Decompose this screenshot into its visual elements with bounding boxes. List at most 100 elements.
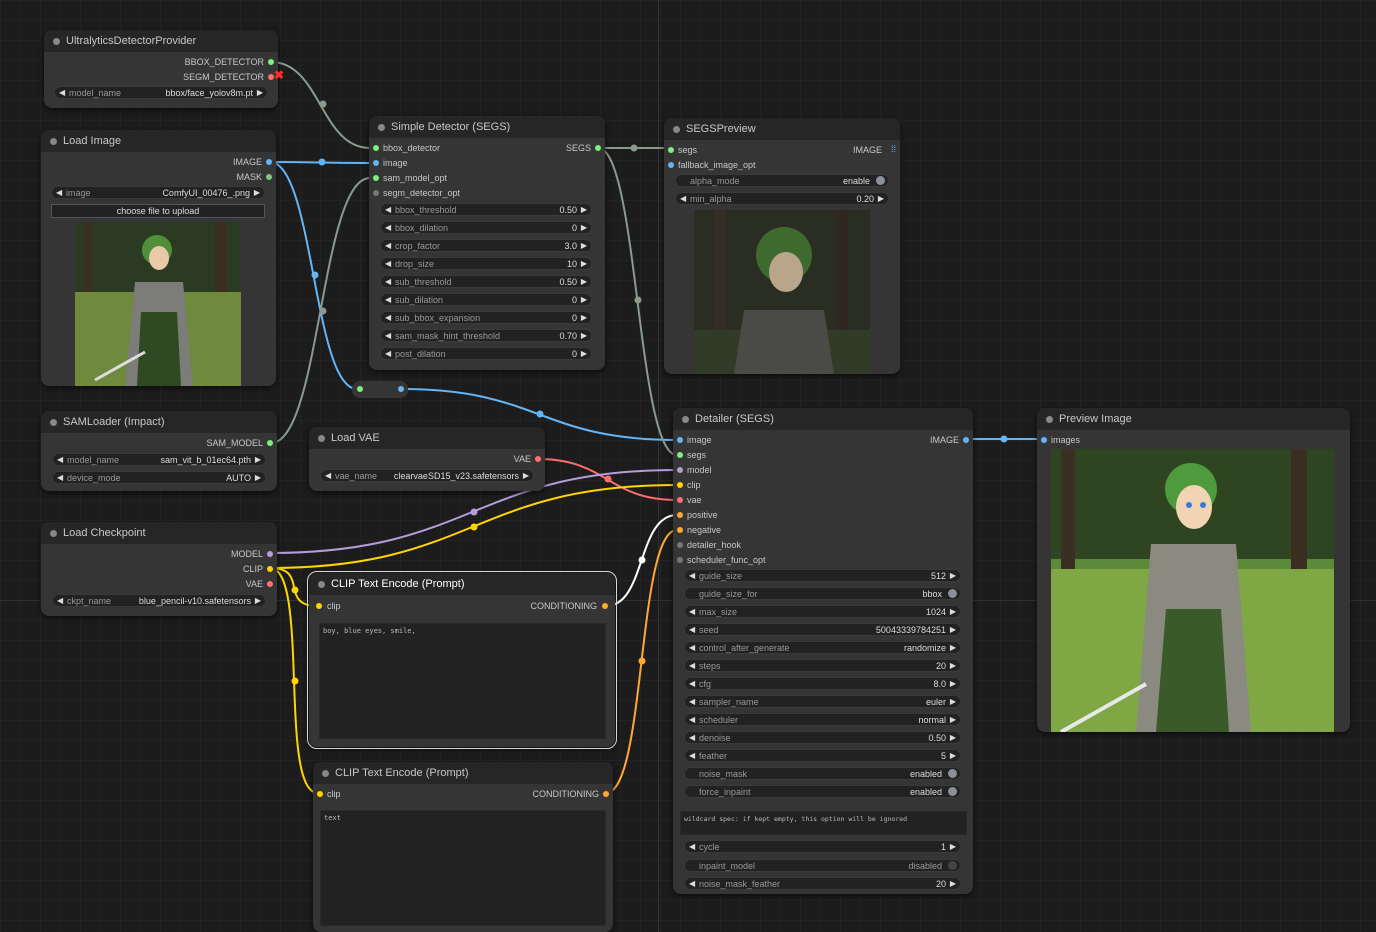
widget-sampler-name[interactable]: ◀ sampler_name euler ▶ xyxy=(684,695,961,708)
widget-seed[interactable]: ◀ seed 500433397842​51 ▶ xyxy=(684,623,961,636)
node-header[interactable]: CLIP Text Encode (Prompt) xyxy=(309,573,615,595)
node-segs-preview[interactable]: SEGSPreview segs fallback_image_opt IMAG… xyxy=(664,118,900,374)
output-image-dot[interactable] xyxy=(963,437,969,443)
widget-alpha-mode[interactable]: alpha_mode enable xyxy=(675,174,889,187)
widget-bbox-dilation[interactable]: ◀ bbox_dilation 0 ▶ xyxy=(380,221,592,234)
output-segs-dot[interactable] xyxy=(595,145,601,151)
output-sam-model-dot[interactable] xyxy=(267,440,273,446)
widget-min-alpha[interactable]: ◀ min_alpha 0.20 ▶ xyxy=(675,192,889,205)
node-detailer-segs[interactable]: Detailer (SEGS) IMAGE image segs model c… xyxy=(673,408,973,894)
widget-max-size[interactable]: ◀ max_size 1024 ▶ xyxy=(684,605,961,618)
widget-post-dilation[interactable]: ◀ post_dilation 0 ▶ xyxy=(380,347,592,360)
node-header[interactable]: CLIP Text Encode (Prompt) xyxy=(313,762,613,784)
link-bbox-detector-midpoint[interactable] xyxy=(319,100,327,108)
output-conditioning-dot[interactable] xyxy=(602,603,608,609)
output-bbox-detector-dot[interactable] xyxy=(268,59,274,65)
graph-canvas[interactable]: UltralyticsDetectorProvider BBOX_DETECTO… xyxy=(0,0,1376,932)
widget-guide-size-for[interactable]: guide_size_for bbox xyxy=(684,587,961,600)
output-model-dot[interactable] xyxy=(267,551,273,557)
link-negative-midpoint[interactable] xyxy=(638,657,646,665)
reroute-input-dot[interactable] xyxy=(357,386,363,392)
node-load-checkpoint[interactable]: Load Checkpoint MODEL CLIP VAE ◀ ckpt_nam… xyxy=(41,522,277,616)
widget-device-mode[interactable]: ◀ device_mode AUTO ▶ xyxy=(52,471,266,484)
widget-force-inpaint[interactable]: force_inpaint enabled xyxy=(684,785,961,798)
prompt-textarea[interactable]: text xyxy=(320,810,606,926)
widget-steps[interactable]: ◀ steps 20 ▶ xyxy=(684,659,961,672)
collapse-dot[interactable] xyxy=(673,126,680,133)
node-header[interactable]: Simple Detector (SEGS) xyxy=(369,116,605,138)
node-ultralytics-detector-provider[interactable]: UltralyticsDetectorProvider BBOX_DETECTO… xyxy=(44,30,284,108)
input-scheduler-func-opt-dot[interactable] xyxy=(677,557,683,563)
prompt-textarea[interactable]: boy, blue eyes, smile, xyxy=(319,623,606,739)
link-positive-midpoint[interactable] xyxy=(638,556,646,564)
link-model-midpoint[interactable] xyxy=(470,508,478,516)
collapse-dot[interactable] xyxy=(318,581,325,588)
collapse-dot[interactable] xyxy=(322,770,329,777)
node-samloader[interactable]: SAMLoader (Impact) SAM_MODEL ◀ model_name… xyxy=(41,411,277,491)
node-load-image[interactable]: Load Image IMAGE MASK ◀ image ComfyUI_0047… xyxy=(41,130,276,386)
reroute-node[interactable] xyxy=(352,381,408,398)
widget-cfg[interactable]: ◀ cfg 8.0 ▶ xyxy=(684,677,961,690)
widget-sub-bbox-expansion[interactable]: ◀ sub_bbox_expansion 0 ▶ xyxy=(380,311,592,324)
widget-drop-size[interactable]: ◀ drop_size 10 ▶ xyxy=(380,257,592,270)
input-image-dot[interactable] xyxy=(677,437,683,443)
input-clip-dot[interactable] xyxy=(317,791,323,797)
widget-sub-dilation[interactable]: ◀ sub_dilation 0 ▶ xyxy=(380,293,592,306)
link-sam-model-midpoint[interactable] xyxy=(319,307,327,315)
widget-bbox-threshold[interactable]: ◀ bbox_threshold 0.50 ▶ xyxy=(380,203,592,216)
link-clip-to-clip1-midpoint[interactable] xyxy=(291,586,299,594)
widget-feather[interactable]: ◀ feather 5 ▶ xyxy=(684,749,961,762)
widget-scheduler[interactable]: ◀ scheduler normal ▶ xyxy=(684,713,961,726)
upload-button[interactable]: choose file to upload xyxy=(51,204,265,218)
widget-crop-factor[interactable]: ◀ crop_factor 3.0 ▶ xyxy=(380,239,592,252)
node-clip-text-encode-negative[interactable]: CLIP Text Encode (Prompt) clip CONDITION… xyxy=(313,762,613,932)
input-segs-dot[interactable] xyxy=(668,147,674,153)
link-segs-to-preview-midpoint[interactable] xyxy=(630,144,638,152)
input-bbox-detector-dot[interactable] xyxy=(373,145,379,151)
collapse-dot[interactable] xyxy=(318,435,325,442)
widget-model-name[interactable]: ◀ model_name bbox/face_yolov8m.pt ▶ xyxy=(54,86,268,99)
widget-inpaint-model[interactable]: inpaint_model disabled xyxy=(684,859,961,872)
node-simple-detector[interactable]: Simple Detector (SEGS) bbox_detector ima… xyxy=(369,116,605,370)
input-segm-detector-opt-dot[interactable] xyxy=(373,190,379,196)
widget-image[interactable]: ◀ image ComfyUI_00476_.png ▶ xyxy=(51,186,265,199)
collapse-dot[interactable] xyxy=(682,416,689,423)
output-mask-dot[interactable] xyxy=(266,174,272,180)
link-image-to-reroute-midpoint[interactable] xyxy=(311,271,319,279)
widget-guide-size[interactable]: ◀ guide_size 512 ▶ xyxy=(684,569,961,582)
link-detailer-to-preview-midpoint[interactable] xyxy=(1000,435,1008,443)
node-header[interactable]: SAMLoader (Impact) xyxy=(41,411,277,433)
node-header[interactable]: SEGSPreview xyxy=(664,118,900,140)
widget-sub-threshold[interactable]: ◀ sub_threshold 0.50 ▶ xyxy=(380,275,592,288)
node-header[interactable]: Load Image xyxy=(41,130,276,152)
output-vae-dot[interactable] xyxy=(267,581,273,587)
widget-vae-name[interactable]: ◀ vae_name clearvaeSD15_v23.safetensors ▶ xyxy=(320,469,534,482)
output-vae-dot[interactable] xyxy=(535,456,541,462)
link-clip-to-detailer-midpoint[interactable] xyxy=(470,523,478,531)
widget-cycle[interactable]: ◀ cycle 1 ▶ xyxy=(684,840,961,853)
input-sam-model-opt-dot[interactable] xyxy=(373,175,379,181)
collapse-dot[interactable] xyxy=(50,138,57,145)
widget-control-after-generate[interactable]: ◀ control_after_generate randomize ▶ xyxy=(684,641,961,654)
input-detailer-hook-dot[interactable] xyxy=(677,542,683,548)
output-image-dot[interactable] xyxy=(266,159,272,165)
output-clip-dot[interactable] xyxy=(267,566,273,572)
node-header[interactable]: UltralyticsDetectorProvider xyxy=(44,30,278,52)
collapse-dot[interactable] xyxy=(1046,416,1053,423)
link-clip-to-clip2-midpoint[interactable] xyxy=(291,677,299,685)
node-load-vae[interactable]: Load VAE VAE ◀ vae_name clearvaeSD15_v23.s… xyxy=(309,427,545,491)
input-positive-dot[interactable] xyxy=(677,512,683,518)
input-images-dot[interactable] xyxy=(1041,437,1047,443)
link-segs-to-detailer-midpoint[interactable] xyxy=(634,296,642,304)
input-image-dot[interactable] xyxy=(373,160,379,166)
widget-sam-mask-hint-threshold[interactable]: ◀ sam_mask_hint_threshold 0.70 ▶ xyxy=(380,329,592,342)
collapse-dot[interactable] xyxy=(53,38,60,45)
node-header[interactable]: Load VAE xyxy=(309,427,545,449)
node-preview-image[interactable]: Preview Image images xyxy=(1037,408,1350,732)
link-reroute-to-detailer-midpoint[interactable] xyxy=(536,410,544,418)
reroute-output-dot[interactable] xyxy=(398,386,404,392)
input-model-dot[interactable] xyxy=(677,467,683,473)
collapse-dot[interactable] xyxy=(50,419,57,426)
output-image-list-icon[interactable]: ⁞⁞ xyxy=(891,144,896,154)
wildcard-textarea[interactable]: wildcard spec: if kept empty, this optio… xyxy=(680,811,967,835)
